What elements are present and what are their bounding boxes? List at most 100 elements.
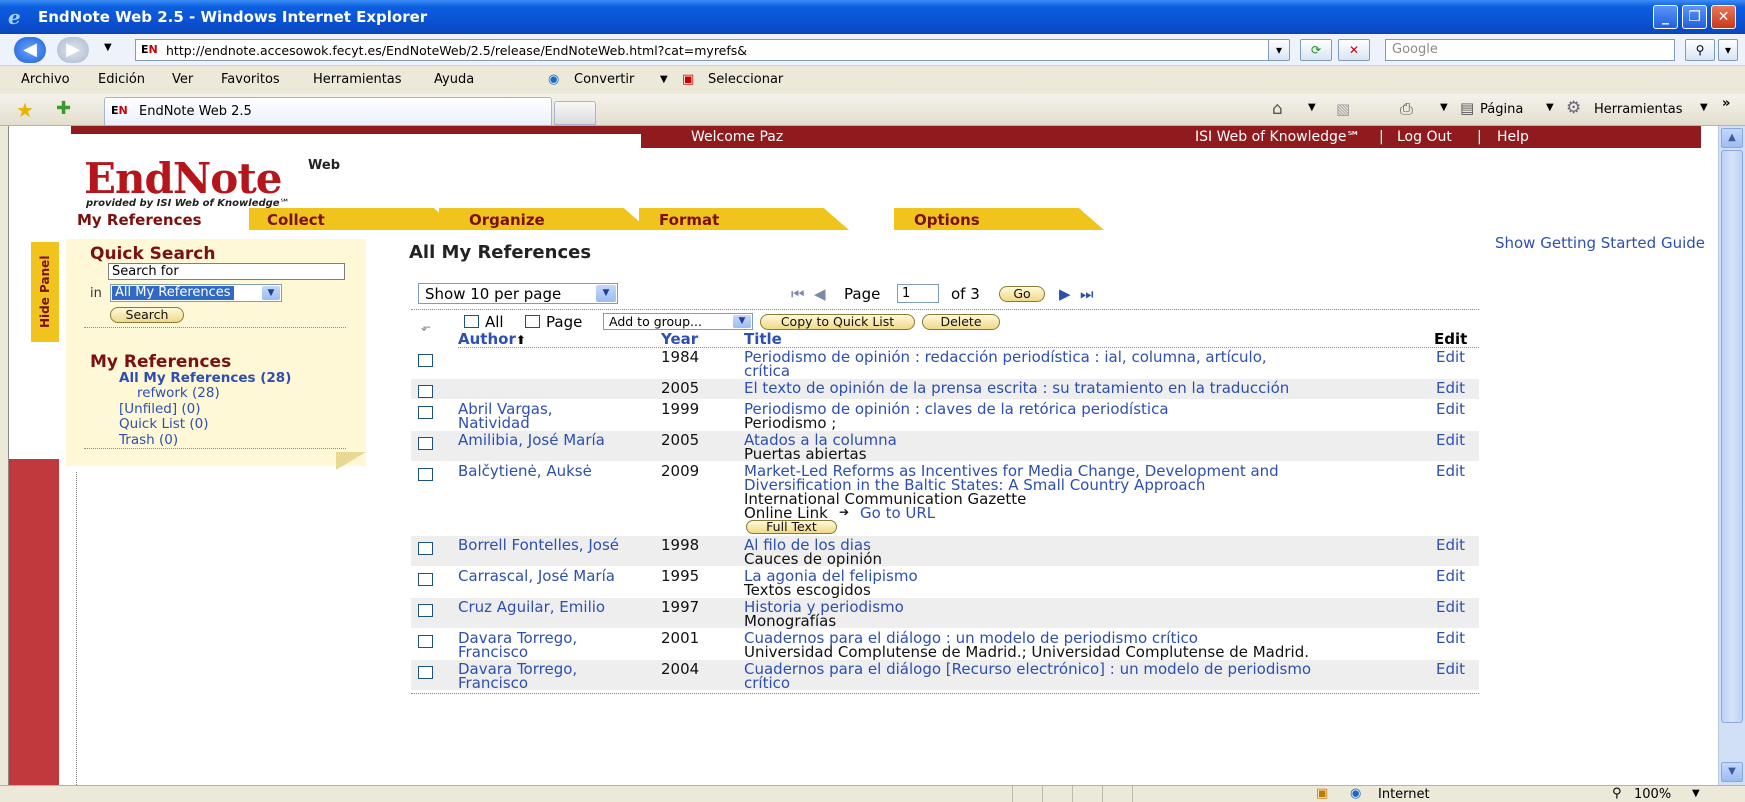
go-to-url-link[interactable]: Go to URL [860, 506, 935, 521]
back-button[interactable]: ◀ [14, 37, 46, 63]
herramientas-menu[interactable]: Herramientas [1594, 102, 1683, 117]
author-link-continued[interactable]: Natividad [458, 416, 530, 431]
quick-search-button[interactable]: Search [110, 307, 184, 323]
row-checkbox[interactable] [418, 354, 433, 367]
quick-search-input[interactable]: Search for [108, 263, 345, 280]
row-checkbox[interactable] [418, 604, 433, 617]
convertir-button[interactable]: Convertir [574, 72, 634, 87]
new-tab-button[interactable] [554, 101, 596, 125]
edit-link[interactable]: Edit [1436, 464, 1465, 479]
edit-link[interactable]: Edit [1436, 350, 1465, 365]
url-dropdown-button[interactable]: ▾ [1268, 39, 1290, 61]
column-header-author[interactable]: Author⬆ [458, 330, 526, 348]
scroll-down-icon[interactable]: ▼ [1721, 762, 1743, 782]
pagina-dropdown-icon[interactable]: ▼ [1546, 102, 1554, 113]
column-header-title[interactable]: Title [744, 330, 782, 348]
menu-edicion[interactable]: Edición [98, 72, 145, 87]
zoom-level[interactable]: 100% [1634, 787, 1671, 802]
edit-link[interactable]: Edit [1436, 538, 1465, 553]
last-page-icon[interactable]: ⏭ [1080, 285, 1094, 303]
tab-my-references[interactable]: My References [59, 208, 254, 230]
row-checkbox[interactable] [418, 635, 433, 648]
search-go-icon[interactable]: ⚲ [1685, 39, 1715, 61]
print-icon[interactable]: ⎙ [1400, 99, 1413, 119]
scroll-up-icon[interactable]: ▲ [1721, 128, 1743, 148]
page-number-input[interactable]: 1 [897, 284, 939, 303]
tab-organize[interactable]: Organize [439, 208, 649, 230]
author-link[interactable]: Cruz Aguilar, Emilio [458, 600, 605, 615]
add-favorite-icon[interactable]: ✚ [56, 98, 71, 119]
tab-format[interactable]: Format [639, 208, 849, 230]
next-page-icon[interactable]: ▶ [1059, 285, 1071, 303]
logout-link[interactable]: Log Out [1397, 129, 1452, 145]
url-input[interactable]: EN http://endnote.accesowok.fecyt.es/End… [135, 39, 1270, 61]
go-button[interactable]: Go [999, 286, 1045, 302]
title-link[interactable]: El texto de opinión de la prensa escrita… [744, 381, 1289, 396]
author-link-continued[interactable]: Francisco [458, 645, 528, 660]
folder-quick-list[interactable]: Quick List (0) [119, 416, 208, 432]
title-link-continued[interactable]: crítico [744, 676, 790, 691]
per-page-select[interactable]: Show 10 per page ▼ [418, 283, 618, 304]
previous-page-icon[interactable]: ◀ [814, 285, 826, 303]
select-all-checkbox[interactable] [464, 315, 479, 328]
row-checkbox[interactable] [418, 468, 433, 481]
menu-ver[interactable]: Ver [172, 72, 193, 87]
refresh-button[interactable]: ⟳ [1300, 39, 1332, 61]
toolbar-overflow-icon[interactable]: » [1722, 96, 1730, 111]
isi-web-of-knowledge-link[interactable]: ISI Web of Knowledge℠ [1195, 129, 1361, 145]
column-header-year[interactable]: Year [661, 330, 698, 348]
edit-link[interactable]: Edit [1436, 433, 1465, 448]
edit-link[interactable]: Edit [1436, 631, 1465, 646]
browser-search-input[interactable]: Google [1385, 39, 1675, 61]
edit-link[interactable]: Edit [1436, 662, 1465, 677]
author-link[interactable]: Amilibia, José María [458, 433, 605, 448]
edit-link[interactable]: Edit [1436, 600, 1465, 615]
select-page-checkbox[interactable] [525, 315, 540, 328]
delete-button[interactable]: Delete [922, 314, 1000, 330]
history-dropdown-icon[interactable]: ▼ [104, 42, 112, 53]
author-link[interactable]: Balčytienė, Auksė [458, 464, 592, 479]
copy-to-quick-list-button[interactable]: Copy to Quick List [760, 314, 915, 330]
full-text-button[interactable]: Full Text [746, 520, 837, 534]
tab-collect[interactable]: Collect [249, 208, 459, 230]
first-page-icon[interactable]: ⏮ [791, 285, 805, 303]
row-checkbox[interactable] [418, 437, 433, 450]
folder-refwork[interactable]: refwork (28) [137, 385, 220, 401]
row-checkbox[interactable] [418, 385, 433, 398]
feeds-icon[interactable]: ▧ [1336, 100, 1350, 118]
home-dropdown-icon[interactable]: ▼ [1308, 102, 1316, 113]
pagina-menu[interactable]: Página [1480, 102, 1523, 117]
author-link[interactable]: Borrell Fontelles, José [458, 538, 619, 553]
menu-ayuda[interactable]: Ayuda [434, 72, 474, 87]
title-link-continued[interactable]: crítica [744, 364, 790, 379]
folder-trash[interactable]: Trash (0) [119, 432, 178, 448]
row-checkbox[interactable] [418, 406, 433, 419]
menu-favoritos[interactable]: Favoritos [221, 72, 280, 87]
vertical-scrollbar[interactable]: ▲ ▼ [1718, 126, 1745, 785]
zoom-dropdown-icon[interactable]: ▼ [1692, 788, 1700, 799]
row-checkbox[interactable] [418, 542, 433, 555]
minimize-button[interactable]: _ [1653, 5, 1678, 29]
author-link[interactable]: Carrascal, José María [458, 569, 615, 584]
edit-link[interactable]: Edit [1436, 569, 1465, 584]
menu-archivo[interactable]: Archivo [21, 72, 70, 87]
edit-link[interactable]: Edit [1436, 381, 1465, 396]
author-link-continued[interactable]: Francisco [458, 676, 528, 691]
stop-button[interactable]: ✕ [1338, 39, 1370, 61]
getting-started-guide-link[interactable]: Show Getting Started Guide [1495, 234, 1705, 252]
quick-search-scope-select[interactable]: All My References ▼ [110, 284, 282, 302]
herramientas-dropdown-icon[interactable]: ▼ [1700, 102, 1708, 113]
scroll-thumb[interactable] [1721, 150, 1743, 723]
folder-all-my-references[interactable]: All My References (28) [119, 370, 291, 386]
seleccionar-button[interactable]: Seleccionar [708, 72, 783, 87]
maximize-button[interactable]: ❐ [1682, 5, 1707, 29]
close-window-button[interactable]: ✕ [1711, 5, 1736, 29]
home-icon[interactable]: ⌂ [1272, 99, 1283, 119]
print-dropdown-icon[interactable]: ▼ [1440, 102, 1448, 113]
help-link[interactable]: Help [1497, 129, 1529, 145]
add-to-group-select[interactable]: Add to group... ▼ [603, 313, 753, 330]
hide-panel-tab[interactable]: Hide Panel [31, 242, 59, 342]
browser-tab-endnote[interactable]: EN EndNote Web 2.5 [104, 97, 552, 125]
forward-button[interactable]: ▶ [57, 37, 89, 63]
tab-options[interactable]: Options [894, 208, 1104, 230]
